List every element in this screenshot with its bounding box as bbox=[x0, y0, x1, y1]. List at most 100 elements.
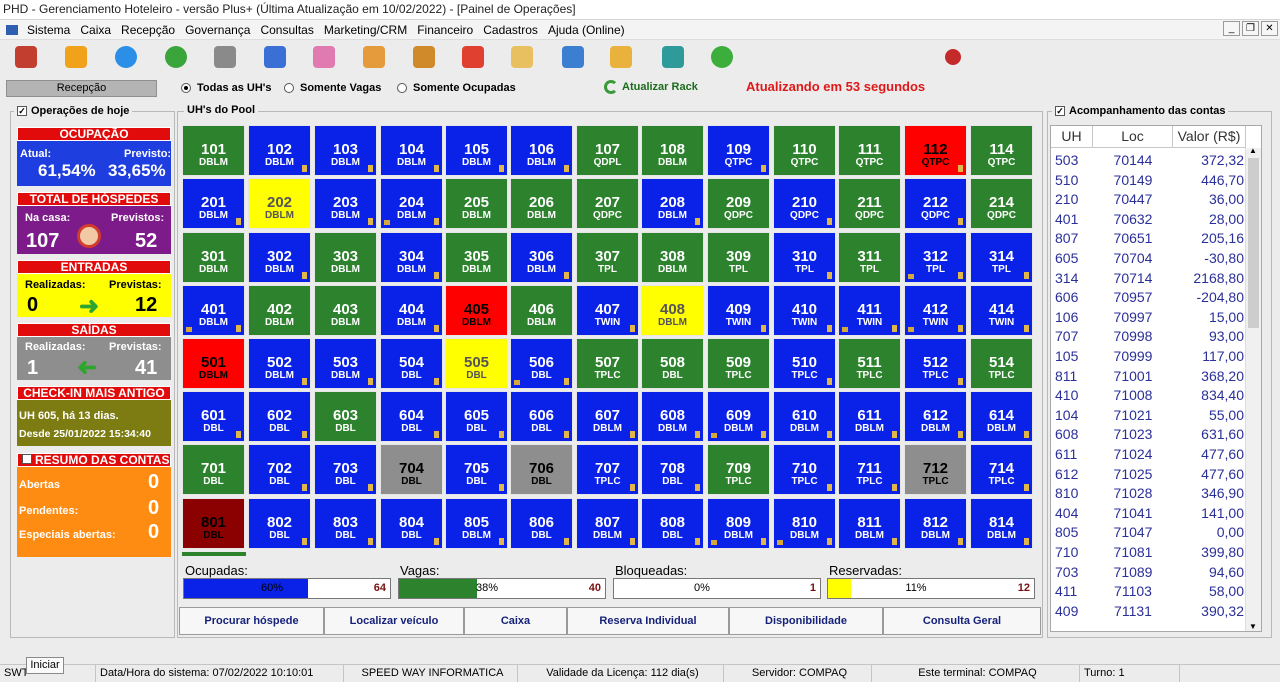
caixa-button[interactable]: Caixa bbox=[464, 607, 567, 635]
group-icon[interactable] bbox=[413, 46, 435, 68]
room-110[interactable]: 110 QTPC bbox=[773, 125, 836, 176]
room-308[interactable]: 308 DBLM bbox=[641, 232, 704, 283]
room-605[interactable]: 605 DBL bbox=[445, 391, 508, 442]
room-107[interactable]: 107 QDPL bbox=[576, 125, 639, 176]
menu-financeiro[interactable]: Financeiro bbox=[412, 23, 478, 37]
room-511[interactable]: 511 TPLC bbox=[838, 338, 901, 389]
filter-all-radio[interactable]: Todas as UH's bbox=[181, 82, 272, 94]
account-row[interactable]: 611 71024 477,60 bbox=[1051, 445, 1246, 465]
room-806[interactable]: 806 DBL bbox=[510, 498, 573, 549]
room-603[interactable]: 603 DBL bbox=[314, 391, 377, 442]
refresh-rack-button[interactable]: Atualizar Rack bbox=[604, 80, 698, 94]
app-menu-icon[interactable] bbox=[6, 24, 18, 35]
room-207[interactable]: 207 QDPC bbox=[576, 178, 639, 229]
room-711[interactable]: 711 TPLC bbox=[838, 444, 901, 495]
room-105[interactable]: 105 DBLM bbox=[445, 125, 508, 176]
account-row[interactable]: 410 71008 834,40 bbox=[1051, 386, 1246, 406]
room-405[interactable]: 405 DBLM bbox=[445, 285, 508, 336]
room-809[interactable]: 809 DBLM bbox=[707, 498, 770, 549]
menu-marketing-crm[interactable]: Marketing/CRM bbox=[319, 23, 412, 37]
room-505[interactable]: 505 DBL bbox=[445, 338, 508, 389]
room-707[interactable]: 707 TPLC bbox=[576, 444, 639, 495]
family-icon[interactable] bbox=[363, 46, 385, 68]
room-410[interactable]: 410 TWIN bbox=[773, 285, 836, 336]
filter-occupied-radio[interactable]: Somente Ocupadas bbox=[397, 82, 516, 94]
account-row[interactable]: 710 71081 399,80 bbox=[1051, 543, 1246, 563]
room-204[interactable]: 204 DBLM bbox=[380, 178, 443, 229]
room-814[interactable]: 814 DBLM bbox=[970, 498, 1033, 549]
room-807[interactable]: 807 DBLM bbox=[576, 498, 639, 549]
room-411[interactable]: 411 TWIN bbox=[838, 285, 901, 336]
disponibilidade-button[interactable]: Disponibilidade bbox=[729, 607, 883, 635]
room-512[interactable]: 512 TPLC bbox=[904, 338, 967, 389]
room-508[interactable]: 508 DBL bbox=[641, 338, 704, 389]
room-810[interactable]: 810 DBLM bbox=[773, 498, 836, 549]
room-407[interactable]: 407 TWIN bbox=[576, 285, 639, 336]
col-value[interactable]: Valor (R$) bbox=[1173, 126, 1246, 148]
room-310[interactable]: 310 TPL bbox=[773, 232, 836, 283]
room-607[interactable]: 607 DBLM bbox=[576, 391, 639, 442]
room-701[interactable]: 701 DBL bbox=[182, 444, 245, 495]
close-icon[interactable]: ✕ bbox=[1261, 21, 1278, 36]
account-row[interactable]: 314 70714 2168,80 bbox=[1051, 269, 1246, 289]
menu-recep-o[interactable]: Recepção bbox=[116, 23, 180, 37]
room-414[interactable]: 414 TWIN bbox=[970, 285, 1033, 336]
room-805[interactable]: 805 DBLM bbox=[445, 498, 508, 549]
room-601[interactable]: 601 DBL bbox=[182, 391, 245, 442]
reception-tab[interactable]: Recepção bbox=[6, 80, 157, 97]
room-706[interactable]: 706 DBL bbox=[510, 444, 573, 495]
operations-toggle[interactable]: ✓ Operações de hoje bbox=[14, 105, 133, 117]
room-214[interactable]: 214 QDPC bbox=[970, 178, 1033, 229]
reserva-individual-button[interactable]: Reserva Individual bbox=[567, 607, 729, 635]
room-504[interactable]: 504 DBL bbox=[380, 338, 443, 389]
room-804[interactable]: 804 DBL bbox=[380, 498, 443, 549]
scrollbar[interactable]: ▲ ▼ bbox=[1245, 146, 1261, 631]
room-306[interactable]: 306 DBLM bbox=[510, 232, 573, 283]
room-604[interactable]: 604 DBL bbox=[380, 391, 443, 442]
room-109[interactable]: 109 QTPC bbox=[707, 125, 770, 176]
room-702[interactable]: 702 DBL bbox=[248, 444, 311, 495]
room-106[interactable]: 106 DBLM bbox=[510, 125, 573, 176]
menu-governan-a[interactable]: Governança bbox=[180, 23, 255, 37]
room-614[interactable]: 614 DBLM bbox=[970, 391, 1033, 442]
room-612[interactable]: 612 DBLM bbox=[904, 391, 967, 442]
room-307[interactable]: 307 TPL bbox=[576, 232, 639, 283]
scroll-down-icon[interactable]: ▼ bbox=[1249, 622, 1257, 631]
account-row[interactable]: 401 70632 28,00 bbox=[1051, 210, 1246, 230]
room-208[interactable]: 208 DBLM bbox=[641, 178, 704, 229]
menu-caixa[interactable]: Caixa bbox=[75, 23, 116, 37]
room-201[interactable]: 201 DBLM bbox=[182, 178, 245, 229]
document-search-icon[interactable] bbox=[562, 46, 584, 68]
lock-icon[interactable] bbox=[65, 46, 87, 68]
room-301[interactable]: 301 DBLM bbox=[182, 232, 245, 283]
walker-icon[interactable] bbox=[462, 46, 484, 68]
account-row[interactable]: 210 70447 36,00 bbox=[1051, 190, 1246, 210]
room-712[interactable]: 712 TPLC bbox=[904, 444, 967, 495]
room-104[interactable]: 104 DBLM bbox=[380, 125, 443, 176]
room-206[interactable]: 206 DBLM bbox=[510, 178, 573, 229]
account-row[interactable]: 807 70651 205,16 bbox=[1051, 229, 1246, 249]
room-312[interactable]: 312 TPL bbox=[904, 232, 967, 283]
room-202[interactable]: 202 DBLM bbox=[248, 178, 311, 229]
account-row[interactable]: 612 71025 477,60 bbox=[1051, 465, 1246, 485]
room-714[interactable]: 714 TPLC bbox=[970, 444, 1033, 495]
room-708[interactable]: 708 DBL bbox=[641, 444, 704, 495]
room-112[interactable]: 112 QTPC bbox=[904, 125, 967, 176]
account-row[interactable]: 703 71089 94,60 bbox=[1051, 563, 1246, 583]
bed-icon[interactable] bbox=[313, 46, 335, 68]
account-row[interactable]: 810 71028 346,90 bbox=[1051, 484, 1246, 504]
room-704[interactable]: 704 DBL bbox=[380, 444, 443, 495]
room-302[interactable]: 302 DBLM bbox=[248, 232, 311, 283]
room-403[interactable]: 403 DBLM bbox=[314, 285, 377, 336]
room-211[interactable]: 211 QDPC bbox=[838, 178, 901, 229]
room-108[interactable]: 108 DBLM bbox=[641, 125, 704, 176]
room-102[interactable]: 102 DBLM bbox=[248, 125, 311, 176]
accounts-tracking-toggle[interactable]: ✓ Acompanhamento das contas bbox=[1052, 105, 1229, 117]
menu-sistema[interactable]: Sistema bbox=[22, 23, 75, 37]
room-309[interactable]: 309 TPL bbox=[707, 232, 770, 283]
room-609[interactable]: 609 DBLM bbox=[707, 391, 770, 442]
exit-icon[interactable] bbox=[15, 46, 37, 68]
room-507[interactable]: 507 TPLC bbox=[576, 338, 639, 389]
room-606[interactable]: 606 DBL bbox=[510, 391, 573, 442]
room-210[interactable]: 210 QDPC bbox=[773, 178, 836, 229]
